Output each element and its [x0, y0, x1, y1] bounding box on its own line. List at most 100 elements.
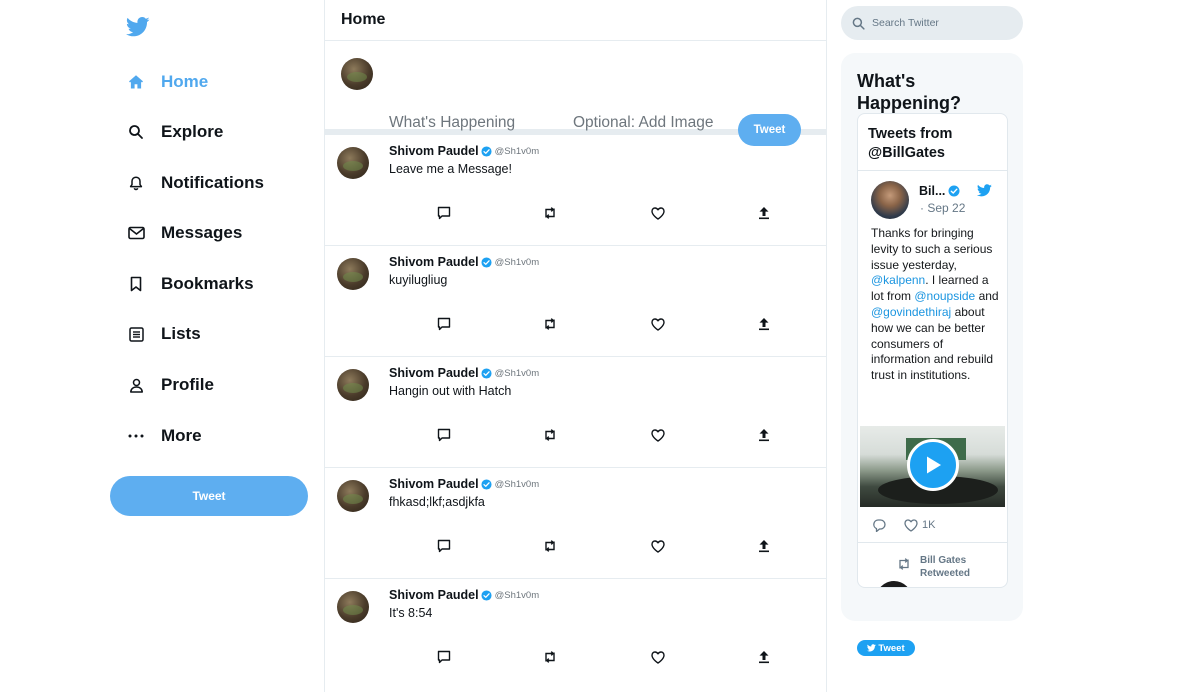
like-icon[interactable] — [650, 649, 666, 665]
post-actions — [433, 649, 773, 665]
post-author-handle[interactable]: @Sh1v0m — [495, 146, 540, 157]
post-author-name[interactable]: Shivom Paudel — [389, 588, 479, 602]
sidebar-tweet-button[interactable]: Tweet — [110, 476, 308, 516]
search-input[interactable] — [870, 16, 1014, 30]
share-icon[interactable] — [756, 649, 772, 665]
share-icon[interactable] — [756, 538, 772, 554]
reply-icon[interactable] — [436, 538, 452, 554]
reply-icon[interactable] — [436, 649, 452, 665]
post[interactable]: Shivom Paudel @Sh1v0m It's 8:54 — [325, 579, 826, 689]
like-icon[interactable] — [650, 538, 666, 554]
sidebar-item-notifications[interactable]: Notifications — [126, 163, 264, 203]
sidebar-item-label: More — [161, 426, 202, 445]
compose-input[interactable]: What's Happening — [389, 114, 515, 132]
add-image-link[interactable]: Optional: Add Image — [573, 114, 713, 132]
search-bar[interactable] — [841, 6, 1023, 40]
retweeted-by-label[interactable]: Bill Gates Retweeted — [920, 554, 970, 580]
avatar[interactable] — [337, 591, 369, 623]
avatar[interactable] — [337, 258, 369, 290]
share-icon[interactable] — [756, 316, 772, 332]
retweet-icon[interactable] — [542, 538, 558, 554]
post-actions — [433, 427, 773, 443]
verified-badge-icon — [481, 256, 492, 268]
embed-tweet-label: Tweet — [878, 642, 905, 654]
reply-icon[interactable] — [436, 427, 452, 443]
post-text: It's 8:54 — [389, 606, 433, 620]
verified-badge-icon — [948, 185, 960, 197]
retweet-icon[interactable] — [542, 649, 558, 665]
retweet-icon[interactable] — [542, 316, 558, 332]
embed-author-name[interactable]: Bil... — [919, 184, 945, 198]
embed-title[interactable]: Tweets from @BillGates — [868, 125, 1003, 163]
page-title: Home — [325, 0, 826, 41]
post-author-handle[interactable]: @Sh1v0m — [495, 257, 540, 268]
sidebar-item-profile[interactable]: Profile — [126, 365, 214, 405]
sidebar-item-label: Home — [161, 72, 209, 91]
like-count: 1K — [922, 519, 936, 531]
like-icon[interactable] — [904, 518, 918, 532]
like-icon[interactable] — [650, 205, 666, 221]
panel-title: What's Happening? — [857, 71, 961, 113]
post-text: Hangin out with Hatch — [389, 384, 512, 398]
post-actions — [433, 205, 773, 221]
post-text: kuyilugliug — [389, 273, 448, 287]
post-author-name[interactable]: Shivom Paudel — [389, 477, 479, 491]
retweet-icon[interactable] — [542, 205, 558, 221]
sidebar-item-label: Explore — [161, 122, 224, 141]
sidebar-item-home[interactable]: Home — [126, 62, 208, 102]
post[interactable]: Shivom Paudel @Sh1v0m Leave me a Message… — [325, 135, 826, 246]
divider — [858, 170, 1007, 171]
sidebar-item-explore[interactable]: Explore — [126, 112, 223, 152]
search-icon — [852, 17, 865, 30]
post-author-handle[interactable]: @Sh1v0m — [495, 479, 540, 490]
embedded-timeline[interactable]: Tweets from @BillGates Bil... · Sep 22 T… — [857, 113, 1008, 588]
avatar[interactable] — [871, 181, 909, 219]
bookmark-icon — [126, 274, 146, 294]
avatar[interactable] — [337, 369, 369, 401]
verified-badge-icon — [481, 478, 492, 490]
retweeted-text: Retweeted — [920, 568, 971, 579]
post-author-name[interactable]: Shivom Paudel — [389, 366, 479, 380]
embed-tweet-button[interactable]: Tweet — [857, 640, 915, 656]
retweet-icon[interactable] — [542, 427, 558, 443]
post-list: Shivom Paudel @Sh1v0m Leave me a Message… — [325, 135, 826, 689]
post[interactable]: Shivom Paudel @Sh1v0m kuyilugliug — [325, 246, 826, 357]
whats-happening-panel: What's Happening? Tweets from @BillGates… — [841, 53, 1023, 656]
mention-link[interactable]: @kalpenn — [871, 273, 925, 287]
twitter-bird-icon[interactable] — [977, 184, 992, 197]
reply-icon[interactable] — [872, 518, 886, 532]
list-icon — [126, 324, 146, 344]
reply-icon[interactable] — [436, 205, 452, 221]
post[interactable]: Shivom Paudel @Sh1v0m Hangin out with Ha… — [325, 357, 826, 468]
mention-link[interactable]: @noupside — [914, 289, 975, 303]
embed-date[interactable]: · Sep 22 — [920, 201, 965, 215]
avatar[interactable] — [337, 147, 369, 179]
like-icon[interactable] — [650, 427, 666, 443]
sidebar-item-bookmarks[interactable]: Bookmarks — [126, 264, 254, 304]
like-icon[interactable] — [650, 316, 666, 332]
mention-link[interactable]: @govindethiraj — [871, 305, 951, 319]
sidebar-item-lists[interactable]: Lists — [126, 314, 201, 354]
mail-icon — [126, 223, 146, 243]
avatar[interactable] — [341, 58, 373, 90]
sidebar-item-label: Messages — [161, 223, 243, 242]
video-thumbnail[interactable] — [860, 426, 1005, 507]
share-icon[interactable] — [756, 205, 772, 221]
play-button-icon[interactable] — [907, 439, 959, 491]
sidebar-item-messages[interactable]: Messages — [126, 213, 242, 253]
avatar[interactable] — [337, 480, 369, 512]
reply-icon[interactable] — [436, 316, 452, 332]
twitter-logo-icon[interactable] — [126, 16, 150, 38]
post[interactable]: Shivom Paudel @Sh1v0m fhkasd;lkf;asdjkfa — [325, 468, 826, 579]
more-icon — [126, 426, 146, 446]
avatar[interactable] — [876, 581, 912, 587]
post-author-name[interactable]: Shivom Paudel — [389, 144, 479, 158]
sidebar-item-label: Notifications — [161, 173, 264, 192]
post-author-name[interactable]: Shivom Paudel — [389, 255, 479, 269]
post-author-handle[interactable]: @Sh1v0m — [495, 368, 540, 379]
tweet-text-part: Thanks for bringing levity to such a ser… — [871, 226, 993, 272]
post-author-handle[interactable]: @Sh1v0m — [495, 590, 540, 601]
sidebar-item-more[interactable]: More — [126, 416, 202, 456]
share-icon[interactable] — [756, 427, 772, 443]
post-actions — [433, 538, 773, 554]
